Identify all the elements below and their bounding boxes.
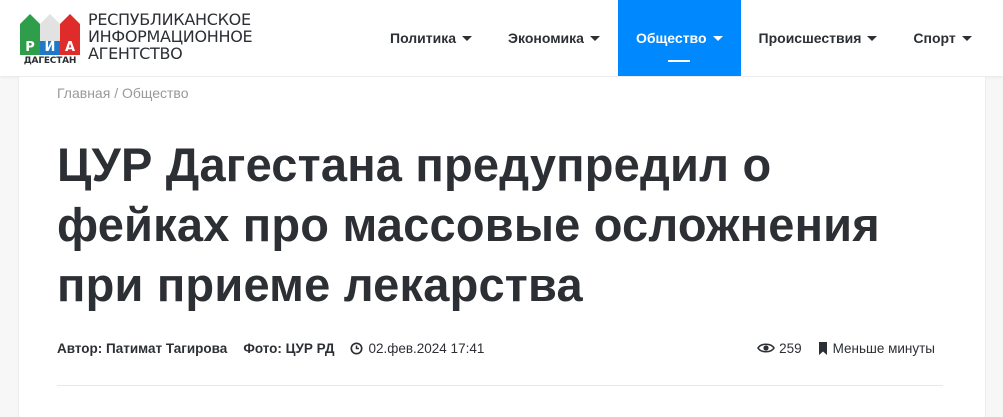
nav-item-label: Политика [390,30,457,46]
article-author[interactable]: Автор: Патимат Тагирова [57,341,227,356]
nav-item-sport[interactable]: Спорт [895,0,989,76]
logo-roof-icon [20,14,80,42]
logo-letter-r: Р [20,41,40,55]
nav-item-label: Происшествия [758,30,862,46]
article-stats: 259 Меньше минуты [757,341,935,356]
nav-item-label: Спорт [913,30,956,46]
article-views: 259 [779,340,802,356]
ria-logo-mark: Р И А ДАГЕСТАН [18,10,82,68]
nav-item-label: Общество [635,30,707,46]
nav-item-politics[interactable]: Политика [372,0,490,76]
article-read-time: Меньше минуты [832,340,935,356]
logo-region: ДАГЕСТАН [23,56,77,66]
breadcrumb-current: Общество [121,85,189,101]
article-title-line-1: ЦУР Дагестана предупредил о [57,138,772,191]
main-nav: Политика Экономика Общество Происшествия… [372,0,990,76]
nav-item-economy[interactable]: Экономика [490,0,618,76]
article-date-value: 02.фев.2024 17:41 [368,340,485,356]
breadcrumb-separator: / [114,85,119,101]
logo-agency-name: РЕСПУБЛИКАНСКОЕ ИНФОРМАЦИОННОЕ АГЕНТСТВО [88,10,253,63]
breadcrumb: Главная / Общество [57,85,189,101]
nav-item-incidents[interactable]: Происшествия [741,0,896,76]
logo-ria-letters: Р И А [20,41,80,55]
clock-icon [350,341,364,355]
article-title-line-3: при приеме лекарства [57,258,583,311]
eye-icon [757,343,775,353]
caret-down-icon [462,35,473,41]
caret-down-icon [961,35,972,41]
meta-divider [57,385,943,386]
logo-letter-a: А [60,41,80,55]
caret-down-icon [712,35,723,41]
breadcrumb-home-link[interactable]: Главная [57,85,110,101]
article-card: Главная / Общество ЦУР Дагестана предупр… [18,77,986,417]
nav-item-label: Экономика [508,30,584,46]
nav-item-society[interactable]: Общество [617,0,741,76]
article-meta: Автор: Патимат Тагирова Фото: ЦУР РД 02.… [57,339,935,357]
article-title: ЦУР Дагестана предупредил о фейках про м… [57,135,957,315]
bookmark-icon [818,341,827,355]
logo-text-line-1: РЕСПУБЛИКАНСКОЕ [88,10,251,29]
site-logo[interactable]: Р И А ДАГЕСТАН РЕСПУБЛИКАНСКОЕ ИНФОРМАЦИ… [18,10,253,70]
logo-text-line-2: ИНФОРМАЦИОННОЕ [88,27,253,46]
article-photo-credit: Фото: ЦУР РД [243,340,335,356]
article-title-line-2: фейках про массовые осложнения [57,198,880,251]
logo-letter-i: И [40,41,60,55]
site-header: Р И А ДАГЕСТАН РЕСПУБЛИКАНСКОЕ ИНФОРМАЦИ… [0,0,1003,76]
caret-down-icon [867,35,878,41]
caret-down-icon [589,35,600,41]
article-date: 02.фев.2024 17:41 [350,341,484,356]
logo-text-line-3: АГЕНТСТВО [88,44,183,63]
